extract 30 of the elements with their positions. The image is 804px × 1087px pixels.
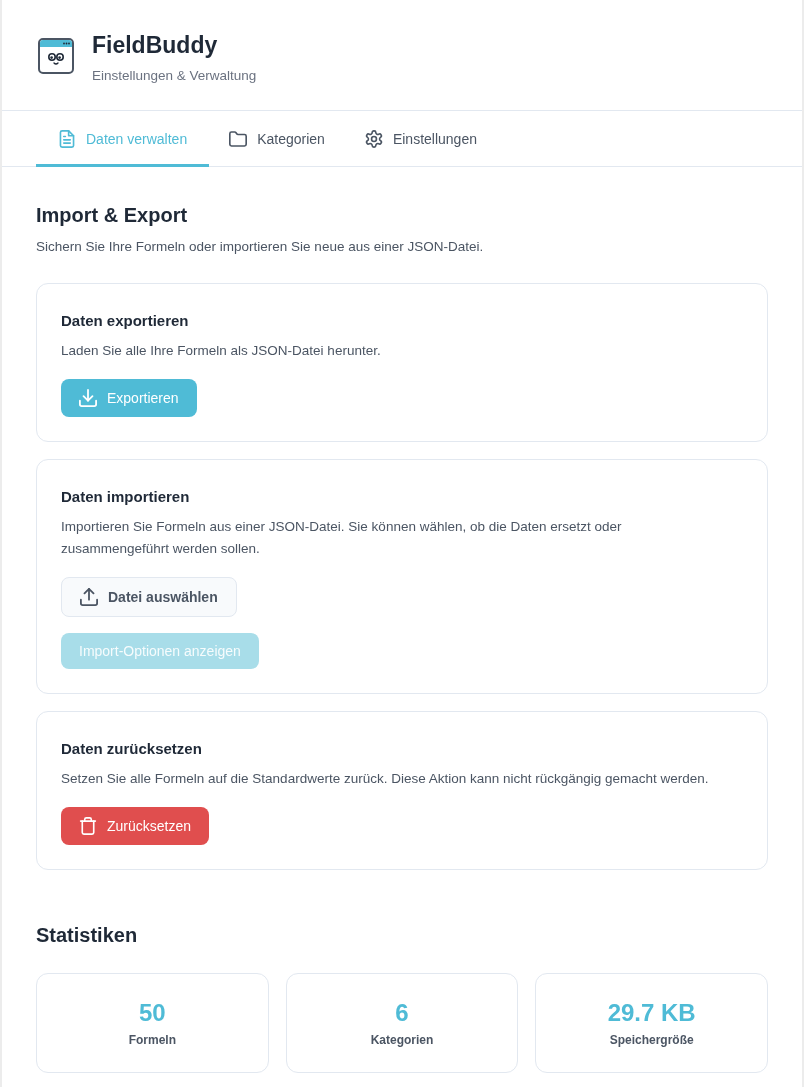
tab[interactable]: Einstellungen (344, 111, 497, 167)
stat-label: Kategorien (370, 1032, 434, 1048)
folder-icon (229, 130, 248, 148)
button[interactable]: Exportieren (61, 379, 197, 417)
card-title: Daten zurücksetzen (61, 739, 203, 759)
app-subtitle: Einstellungen & Verwaltung (92, 67, 257, 85)
download-icon (79, 389, 97, 407)
button[interactable]: Datei auswählen (61, 577, 237, 617)
tab[interactable]: Daten verwalten (36, 111, 210, 167)
app-title: FieldBuddy (92, 31, 219, 59)
tab[interactable]: Kategorien (209, 111, 345, 167)
stat-label: Speichergröße (609, 1032, 694, 1048)
stat-label: Formeln (128, 1032, 176, 1048)
section-heading: Import & Export (36, 203, 189, 228)
stat-value: 29.7 KB (607, 998, 696, 1028)
card-title: Daten exportieren (61, 311, 190, 331)
window-face-icon (38, 38, 74, 74)
section-description: Sichern Sie Ihre Formeln oder importieren Sie neue aus einer JSON-Datei. (36, 238, 485, 256)
section-heading: Statistiken (36, 923, 139, 948)
card-description: Laden Sie alle Ihre Formeln als JSON-Datei herunter. (61, 342, 382, 360)
upload-icon (80, 588, 98, 606)
card-description: Setzen Sie alle Formeln auf die Standardwerte zurück. Diese Aktion kann nicht rückgängig gemacht werden. (61, 770, 710, 788)
settings-icon (364, 130, 383, 148)
stat-value: 6 (395, 998, 409, 1028)
card-description: Importieren Sie Formeln aus einer JSON-Datei. Sie können wählen, ob die Daten ersetzt oder zusammengeführt werden sollen. (61, 518, 623, 558)
trash-icon (79, 817, 97, 835)
stat-value: 50 (138, 998, 166, 1028)
document-icon (58, 130, 76, 148)
card-title: Daten importieren (61, 487, 191, 507)
button[interactable]: Zurücksetzen (61, 807, 210, 845)
